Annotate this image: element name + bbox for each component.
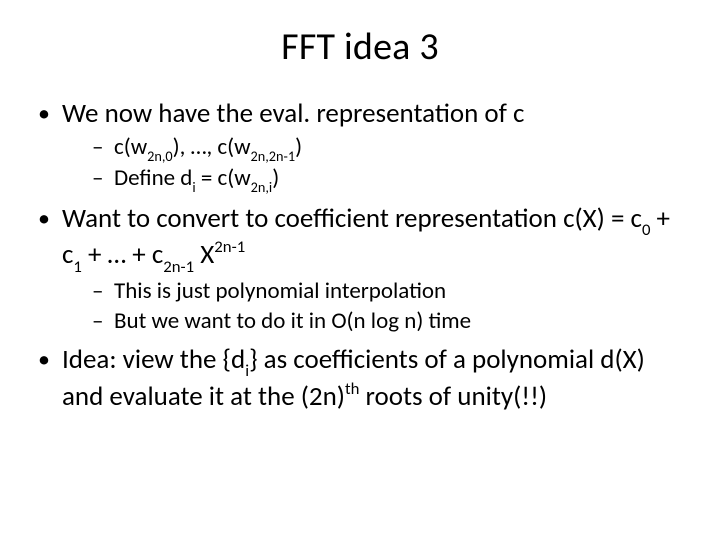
bullet-2-sublist: This is just polynomial interpolation Bu… <box>62 277 692 336</box>
bullet-2-sub-1: This is just polynomial interpolation <box>92 277 692 306</box>
b2-g: X <box>194 238 214 271</box>
b1s1-b-sub: 2n,0 <box>147 147 173 165</box>
b1s1-a: c(w <box>114 133 147 161</box>
b1s1-d-sub: 2n,2n-1 <box>251 147 296 165</box>
b1s1-e: ) <box>295 133 302 161</box>
b1s2-c: = c(w <box>196 164 251 192</box>
bullet-1-sub-1: c(w2n,0), …, c(w2n,2n-1) <box>92 133 692 164</box>
bullet-3: Idea: view the {di} as coefficients of a… <box>36 344 692 414</box>
b1s2-e: ) <box>272 164 279 192</box>
b2-d-sub: 1 <box>73 257 81 277</box>
bullet-2-sub-2: But we want to do it in O(n log n) time <box>92 307 692 336</box>
bullet-list: We now have the eval. representation of … <box>28 98 692 414</box>
b2-h-sup: 2n-1 <box>214 237 245 257</box>
b3-a: Idea: view the {d <box>62 343 245 376</box>
b3-b-sub: i <box>245 361 249 381</box>
bullet-2: Want to convert to coefficient represent… <box>36 203 692 336</box>
b1s1-c: ), …, c(w <box>173 133 251 161</box>
bullet-1-sublist: c(w2n,0), …, c(w2n,2n-1) Define di = c(w… <box>62 133 692 195</box>
b3-e: roots of unity(!!) <box>359 380 547 413</box>
slide: FFT idea 3 We now have the eval. represe… <box>0 0 720 540</box>
bullet-1: We now have the eval. representation of … <box>36 98 692 195</box>
b1s2-b-sub: i <box>192 178 195 196</box>
slide-title: FFT idea 3 <box>28 24 692 70</box>
b1s2-a: Define d <box>114 164 192 192</box>
b3-d-sup: th <box>345 379 359 399</box>
b2-f-sub: 2n-1 <box>163 257 194 277</box>
bullet-1-text: We now have the eval. representation of … <box>62 97 524 130</box>
b1s2-d-sub: 2n,i <box>251 178 273 196</box>
b2-e: + … + c <box>82 238 163 271</box>
b2-b-sub: 0 <box>642 220 650 240</box>
b2-a: Want to convert to coefficient represent… <box>62 202 642 235</box>
bullet-1-sub-2: Define di = c(w2n,i) <box>92 164 692 195</box>
